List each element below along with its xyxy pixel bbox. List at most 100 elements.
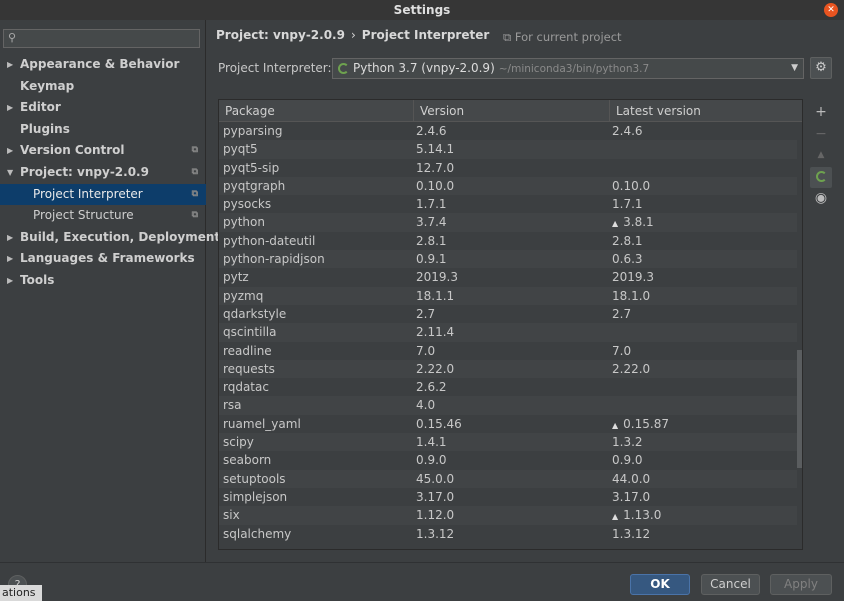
- latest-version-cell: 2.8.1: [610, 232, 643, 250]
- latest-version-text: 2.8.1: [612, 233, 643, 248]
- table-row[interactable]: qdarkstyle 2.7 2.7: [219, 305, 802, 323]
- sidebar-item-project[interactable]: ▼ Project: vnpy-2.0.9 ⧉: [0, 162, 206, 184]
- table-row[interactable]: qscintilla 2.11.4: [219, 323, 802, 342]
- table-row[interactable]: readline 7.0 7.0: [219, 342, 802, 360]
- sidebar-item-editor[interactable]: ▶ Editor: [0, 97, 206, 119]
- table-scrollbar[interactable]: [797, 122, 802, 549]
- sidebar-item-keymap[interactable]: Keymap: [0, 76, 206, 98]
- latest-version-cell: 0.10.0: [610, 177, 650, 195]
- table-row[interactable]: seaborn 0.9.0 0.9.0: [219, 451, 802, 469]
- breadcrumb-page: Project Interpreter: [361, 28, 490, 42]
- scrollbar-thumb[interactable]: [797, 350, 802, 468]
- window-titlebar: Settings ✕: [0, 0, 844, 20]
- table-body: pyparsing 2.4.6 2.4.6 pyqt5 5.14.1 pyqt5-sip 1…: [219, 122, 802, 543]
- table-row[interactable]: pysocks 1.7.1 1.7.1: [219, 195, 802, 213]
- package-name-cell: python-rapidjson: [223, 252, 325, 267]
- table-row[interactable]: rqdatac 2.6.2: [219, 378, 802, 396]
- version-cell: 2.11.4: [416, 325, 455, 340]
- version-cell: 1.3.12: [416, 526, 455, 541]
- latest-version-cell: ▲ 1.13.0: [610, 506, 661, 526]
- latest-version-text: 3.8.1: [623, 215, 654, 230]
- package-name-cell: qdarkstyle: [223, 306, 287, 321]
- table-row[interactable]: pyqtgraph 0.10.0 0.10.0: [219, 176, 802, 196]
- column-header-latest[interactable]: Latest version: [610, 100, 802, 122]
- version-cell: 1.12.0: [416, 508, 455, 523]
- table-row[interactable]: pyparsing 2.4.6 2.4.6: [219, 122, 802, 140]
- apply-button[interactable]: Apply: [770, 574, 832, 595]
- refresh-button[interactable]: [810, 166, 832, 188]
- package-name-cell: six: [223, 508, 240, 523]
- column-header-package[interactable]: Package: [219, 100, 414, 122]
- table-row[interactable]: sqlalchemy 1.3.12 1.3.12: [219, 525, 802, 543]
- table-row[interactable]: simplejson 3.17.0 3.17.0: [219, 488, 802, 506]
- version-cell: 3.7.4: [416, 215, 447, 230]
- close-icon[interactable]: ✕: [824, 3, 838, 17]
- table-row[interactable]: python-dateutil 2.8.1 2.8.1: [219, 232, 802, 250]
- collapse-arrow-icon: ▼: [7, 167, 14, 177]
- project-scope-icon: ⧉: [503, 30, 515, 44]
- ok-button[interactable]: OK: [630, 574, 690, 595]
- upgrade-available-icon: ▲: [612, 219, 619, 229]
- table-row[interactable]: python-rapidjson 0.9.1 0.6.3: [219, 250, 802, 269]
- latest-version-cell: 2019.3: [610, 268, 654, 286]
- table-header: Package Version Latest version: [219, 100, 802, 122]
- version-cell: 2.8.1: [416, 233, 447, 248]
- latest-version-text: 2.7: [612, 306, 632, 321]
- upgrade-package-button[interactable]: ▲: [810, 145, 832, 167]
- sidebar-item-languages[interactable]: ▶ Languages & Frameworks: [0, 248, 206, 270]
- table-row[interactable]: setuptools 45.0.0 44.0.0: [219, 469, 802, 488]
- window-title: Settings: [393, 3, 451, 17]
- package-name-cell: python-dateutil: [223, 233, 316, 248]
- cancel-button[interactable]: Cancel: [701, 574, 760, 595]
- latest-version-cell: 2.7: [610, 305, 631, 323]
- settings-content: Project: vnpy-2.0.9 › Project Interpreter …: [207, 20, 844, 562]
- add-package-button[interactable]: +: [810, 102, 832, 124]
- package-name-cell: python: [223, 215, 265, 230]
- column-header-version[interactable]: Version: [414, 100, 610, 122]
- sidebar-item-build[interactable]: ▶ Build, Execution, Deployment: [0, 227, 220, 249]
- version-cell: 45.0.0: [416, 471, 455, 486]
- settings-search-input[interactable]: ⚲: [3, 29, 200, 48]
- latest-version-cell: 1.7.1: [610, 195, 643, 213]
- table-row[interactable]: requests 2.22.0 2.22.0: [219, 359, 802, 379]
- project-scope-icon: ⧉: [191, 145, 198, 156]
- package-name-cell: pyzmq: [223, 288, 264, 303]
- version-cell: 2.7: [416, 306, 436, 321]
- table-row[interactable]: rsa 4.0: [219, 396, 802, 415]
- interpreter-select[interactable]: Python 3.7 (vnpy-2.0.9) ~/miniconda3/bin/…: [332, 58, 804, 79]
- table-row[interactable]: pyqt5 5.14.1: [219, 140, 802, 159]
- interpreter-settings-button[interactable]: ⚙: [810, 57, 832, 79]
- latest-version-cell: 3.17.0: [610, 488, 650, 506]
- table-row[interactable]: pyzmq 18.1.1 18.1.0: [219, 286, 802, 305]
- sidebar-item-version-control[interactable]: ▶ Version Control ⧉: [0, 140, 206, 162]
- package-name-cell: seaborn: [223, 453, 272, 468]
- sidebar-item-appearance[interactable]: ▶ Appearance & Behavior: [0, 54, 206, 76]
- eye-icon: ◉: [814, 190, 828, 206]
- table-row[interactable]: ruamel_yaml 0.15.46 ▲ 0.15.87: [219, 415, 802, 435]
- expand-arrow-icon: ▶: [7, 103, 14, 113]
- sidebar-item-plugins[interactable]: Plugins: [0, 119, 206, 141]
- table-row[interactable]: pytz 2019.3 2019.3: [219, 268, 802, 286]
- interpreter-label: Project Interpreter:: [218, 61, 332, 75]
- latest-version-cell: 0.9.0: [610, 451, 643, 469]
- sidebar-item-project-structure[interactable]: Project Structure ⧉: [0, 205, 206, 227]
- package-name-cell: qscintilla: [223, 325, 277, 340]
- package-name-cell: pytz: [223, 270, 249, 285]
- sidebar-item-project-interpreter[interactable]: Project Interpreter ⧉: [0, 183, 206, 206]
- search-icon: ⚲: [8, 31, 17, 44]
- table-row[interactable]: pyqt5-sip 12.7.0: [219, 159, 802, 177]
- latest-version-cell: ▲ 0.15.87: [610, 415, 669, 435]
- version-cell: 7.0: [416, 343, 436, 358]
- sidebar-item-tools[interactable]: ▶ Tools: [0, 270, 206, 292]
- table-row[interactable]: python 3.7.4 ▲ 3.8.1: [219, 213, 802, 232]
- package-name-cell: simplejson: [223, 489, 288, 504]
- version-cell: 5.14.1: [416, 142, 455, 157]
- table-row[interactable]: six 1.12.0 ▲ 1.13.0: [219, 506, 802, 526]
- latest-version-text: 1.7.1: [612, 197, 643, 212]
- table-row[interactable]: scipy 1.4.1 1.3.2: [219, 433, 802, 452]
- remove-package-button[interactable]: −: [810, 124, 832, 146]
- expand-arrow-icon: ▶: [7, 146, 14, 156]
- show-early-releases-button[interactable]: ◉: [810, 188, 832, 210]
- version-cell: 12.7.0: [416, 160, 455, 175]
- packages-table[interactable]: Package Version Latest version pyparsing…: [218, 99, 803, 550]
